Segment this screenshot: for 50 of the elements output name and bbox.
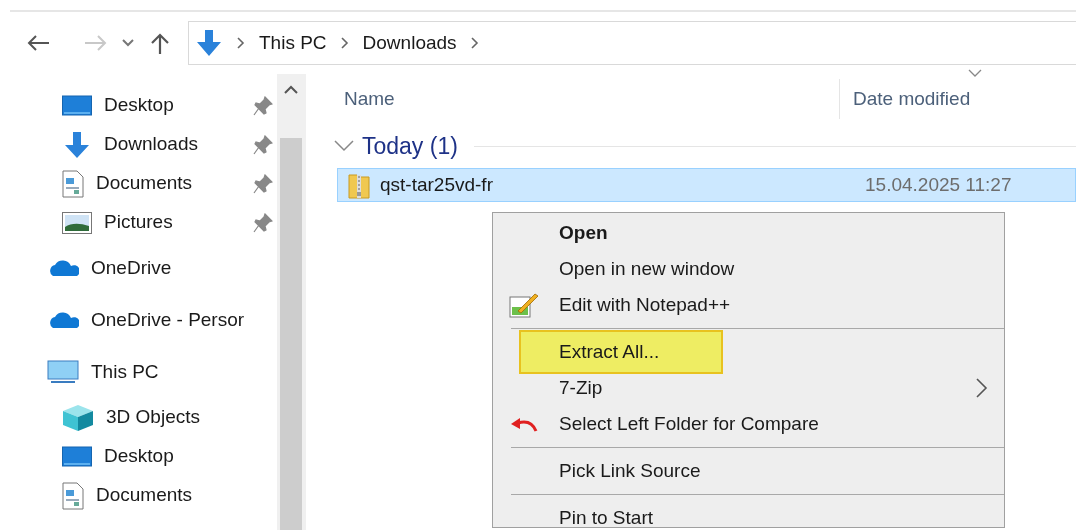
sidebar-item[interactable]: This PC [0, 346, 277, 398]
chevron-down-icon[interactable] [334, 140, 354, 152]
undo-arrow-icon [509, 415, 539, 433]
scrollbar-thumb[interactable] [280, 138, 302, 530]
group-header[interactable]: Today (1) [362, 128, 458, 164]
breadcrumb-link[interactable]: This PC [259, 28, 327, 58]
column-header[interactable]: Name [344, 87, 395, 109]
menu-item[interactable]: Extract All... [519, 330, 723, 374]
picture-icon [62, 211, 92, 234]
menu-item[interactable]: Pin to Start [493, 500, 1004, 527]
back-arrow-icon [26, 34, 50, 52]
sidebar-item[interactable]: Documents [0, 476, 277, 515]
file-name: qst-tar25vd-fr [380, 172, 494, 197]
chevron-down-icon [122, 39, 134, 47]
chevron-right-icon [237, 37, 245, 49]
document-icon [62, 481, 84, 510]
address-bar[interactable]: This PC Downloads [188, 21, 1076, 65]
document-icon [62, 169, 84, 198]
sidebar-item[interactable]: OneDrive [0, 242, 277, 294]
sidebar-item[interactable]: Downloads [0, 125, 277, 164]
notepad-icon [509, 291, 539, 319]
menu-item[interactable]: Edit with Notepad++ [493, 287, 1004, 323]
sidebar-item[interactable]: 3D Objects [0, 398, 277, 437]
forward-arrow-icon [84, 34, 108, 52]
menu-item[interactable]: Open in new window [493, 251, 1004, 287]
desktop-icon [62, 445, 92, 468]
download-arrow-icon [195, 30, 223, 56]
cube-icon [62, 403, 94, 432]
file-row[interactable]: qst-tar25vd-fr 15.04.2025 11:27 [337, 168, 1076, 202]
sidebar-item[interactable]: Pictures [0, 203, 277, 242]
download-arrow-icon [62, 131, 92, 158]
menu-item[interactable]: Select Left Folder for Compare [493, 406, 1004, 442]
menu-item[interactable]: Open [493, 215, 1004, 251]
file-date: 15.04.2025 11:27 [865, 172, 1012, 197]
up-arrow-icon [150, 32, 170, 54]
column-header[interactable]: Date modified [853, 84, 971, 114]
desktop-icon [62, 94, 92, 117]
zip-folder-icon [348, 171, 370, 199]
menu-item[interactable]: Pick Link Source [493, 453, 1004, 489]
sidebar-item[interactable]: Desktop [0, 437, 277, 476]
chevron-right-icon [470, 37, 479, 49]
cloud-icon [47, 311, 79, 329]
sidebar-item[interactable]: Desktop [0, 86, 277, 125]
scroll-up-icon[interactable] [284, 84, 298, 94]
cloud-icon [47, 259, 79, 277]
monitor-icon [47, 360, 79, 384]
breadcrumb-link[interactable]: Downloads [362, 28, 457, 58]
sidebar-item[interactable]: Documents [0, 164, 277, 203]
sidebar-item[interactable]: OneDrive - Persor [0, 294, 277, 346]
chevron-right-icon [340, 37, 349, 49]
